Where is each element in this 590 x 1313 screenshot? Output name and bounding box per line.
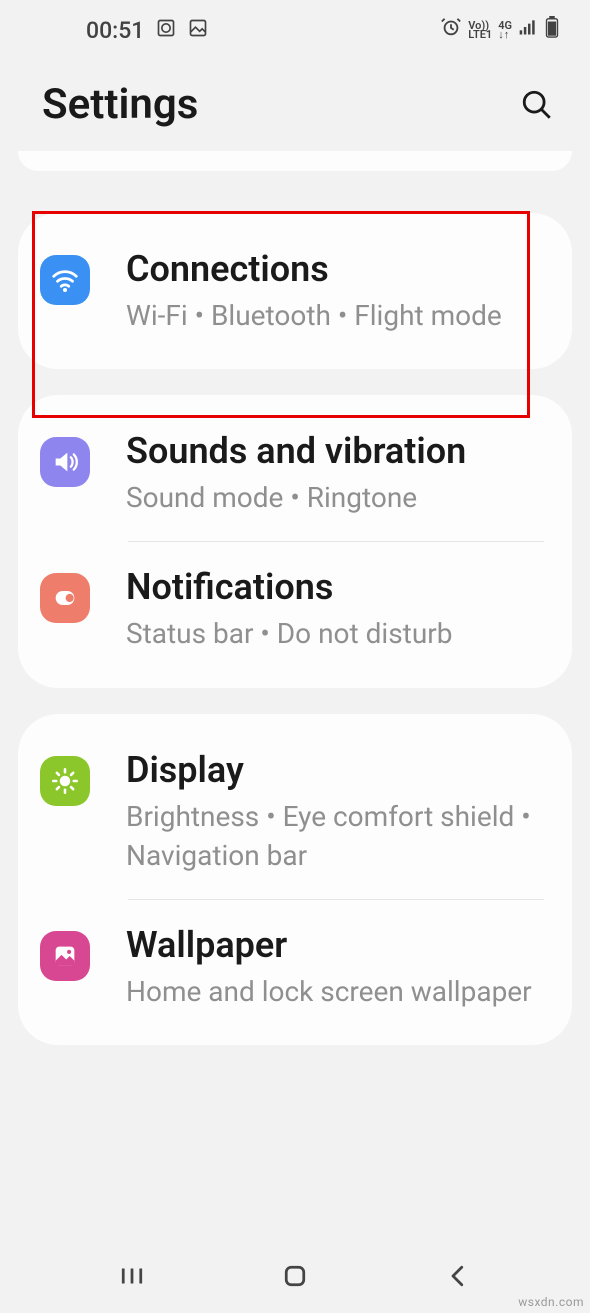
item-title: Notifications — [126, 565, 544, 610]
battery-icon — [544, 16, 560, 44]
item-wallpaper[interactable]: Wallpaper Home and lock screen wallpaper — [18, 899, 572, 1035]
item-sounds[interactable]: Sounds and vibration Sound mode • Ringto… — [18, 405, 572, 541]
signal-icon — [518, 17, 538, 43]
status-left: 00:51 — [86, 17, 208, 44]
item-title: Display — [126, 748, 544, 793]
nav-back[interactable] — [443, 1261, 473, 1295]
nav-recents[interactable] — [117, 1261, 147, 1295]
search-icon[interactable] — [520, 88, 554, 122]
item-subtitle: Status bar • Do not disturb — [126, 614, 544, 653]
item-subtitle: Home and lock screen wallpaper — [126, 972, 544, 1011]
wifi-icon — [40, 255, 90, 305]
item-title: Connections — [126, 247, 544, 292]
item-notifications[interactable]: Notifications Status bar • Do not distur… — [18, 541, 572, 677]
gallery-app-icon — [188, 17, 208, 44]
item-title: Sounds and vibration — [126, 429, 544, 474]
card-peek — [18, 151, 572, 171]
status-bar: 00:51 Vo))LTE1 4G↓↑ — [0, 0, 590, 60]
display-icon — [40, 756, 90, 806]
sound-icon — [40, 437, 90, 487]
item-subtitle: Sound mode • Ringtone — [126, 478, 544, 517]
notifications-icon — [40, 573, 90, 623]
nav-bar — [0, 1243, 590, 1313]
network-type-icon: 4G↓↑ — [498, 21, 512, 40]
item-title: Wallpaper — [126, 923, 544, 968]
watermark: wsxdn.com — [518, 1295, 584, 1309]
alarm-app-icon — [156, 17, 176, 44]
alarm-icon — [440, 16, 462, 44]
status-right: Vo))LTE1 4G↓↑ — [440, 16, 560, 44]
settings-list: Connections Wi‑Fi • Bluetooth • Flight m… — [0, 151, 590, 1161]
page-title: Settings — [42, 80, 198, 129]
volte-icon: Vo))LTE1 — [468, 21, 492, 40]
wallpaper-icon — [40, 931, 90, 981]
item-subtitle: Brightness • Eye comfort shield • Naviga… — [126, 797, 544, 875]
item-subtitle: Wi‑Fi • Bluetooth • Flight mode — [126, 296, 544, 335]
settings-card: Display Brightness • Eye comfort shield … — [18, 714, 572, 1046]
status-time: 00:51 — [86, 17, 144, 44]
settings-card: Connections Wi‑Fi • Bluetooth • Flight m… — [18, 213, 572, 369]
header: Settings — [0, 60, 590, 151]
item-display[interactable]: Display Brightness • Eye comfort shield … — [18, 724, 572, 899]
nav-home[interactable] — [280, 1261, 310, 1295]
item-connections[interactable]: Connections Wi‑Fi • Bluetooth • Flight m… — [18, 223, 572, 359]
settings-card: Sounds and vibration Sound mode • Ringto… — [18, 395, 572, 687]
